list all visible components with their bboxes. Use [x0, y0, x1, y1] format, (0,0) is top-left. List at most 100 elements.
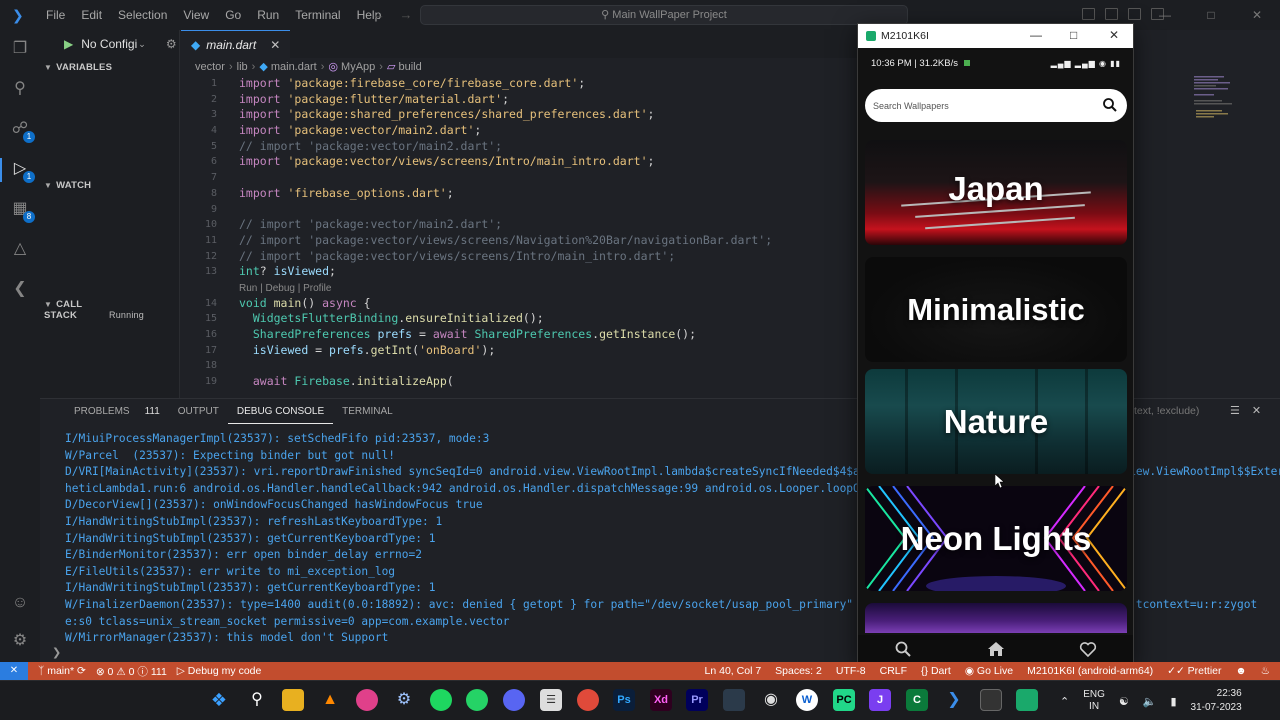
- camtasia-icon[interactable]: C: [906, 689, 928, 711]
- code-line[interactable]: 3 import 'package:shared_preferences/shar…: [181, 107, 857, 123]
- app-icon[interactable]: [723, 689, 745, 711]
- scrcpy-icon[interactable]: [1016, 689, 1038, 711]
- remote-icon[interactable]: ✕: [0, 662, 28, 680]
- notifications-bell-icon[interactable]: ♨: [1261, 665, 1270, 677]
- close-panel-icon[interactable]: ✕: [1252, 404, 1261, 417]
- category-card-space[interactable]: [865, 603, 1127, 633]
- jetbrains-icon[interactable]: J: [869, 689, 891, 711]
- minimize-icon[interactable]: —: [1030, 28, 1042, 42]
- start-debugging-icon[interactable]: ▶: [64, 37, 73, 51]
- close-tab-icon[interactable]: ✕: [270, 38, 280, 52]
- code-line[interactable]: Run | Debug | Profile: [181, 280, 857, 296]
- photoshop-icon[interactable]: Ps: [613, 689, 635, 711]
- code-line[interactable]: 9: [181, 202, 857, 218]
- code-line[interactable]: 8 import 'firebase_options.dart';: [181, 186, 857, 202]
- flutter-device[interactable]: M2101K6I (android-arm64): [1027, 665, 1153, 677]
- maximize-icon[interactable]: □: [1188, 8, 1234, 22]
- search-icon[interactable]: ⚲: [9, 78, 31, 100]
- nav-arrows[interactable]: ← →: [372, 7, 412, 22]
- notepad-icon[interactable]: ☰: [540, 689, 562, 711]
- code-line[interactable]: 5 // import 'package:vector/main2.dart';: [181, 139, 857, 155]
- breadcrumb-method[interactable]: build: [398, 61, 421, 73]
- code-line[interactable]: 2 import 'package:flutter/material.dart';: [181, 92, 857, 108]
- breadcrumb-lib[interactable]: lib: [237, 61, 248, 73]
- branch-status[interactable]: ᛉ main* ⟳: [38, 665, 86, 677]
- pycharm-icon[interactable]: PC: [833, 689, 855, 711]
- open-launch-json-gear-icon[interactable]: ⚙: [166, 37, 177, 51]
- clear-console-icon[interactable]: ☰: [1230, 404, 1240, 417]
- close-icon[interactable]: ✕: [1109, 28, 1119, 42]
- code-line[interactable]: 19 await Firebase.initializeApp(: [181, 374, 857, 390]
- menu-file[interactable]: File: [38, 0, 73, 30]
- manage-gear-icon[interactable]: ⚙: [9, 630, 31, 652]
- breadcrumb-file[interactable]: main.dart: [271, 61, 317, 73]
- settings-gear-icon[interactable]: ⚙: [393, 689, 415, 711]
- tab-debug-console[interactable]: DEBUG CONSOLE: [227, 403, 334, 424]
- menu-go[interactable]: Go: [217, 0, 249, 30]
- search-icon[interactable]: [894, 640, 912, 658]
- code-line[interactable]: 14 void main() async {: [181, 296, 857, 312]
- menu-terminal[interactable]: Terminal: [287, 0, 348, 30]
- chevron-down-icon[interactable]: ⌄: [138, 39, 146, 50]
- code-line[interactable]: 16 SharedPreferences prefs = await Share…: [181, 327, 857, 343]
- search-icon[interactable]: [1102, 97, 1118, 113]
- maximize-icon[interactable]: □: [1070, 28, 1077, 42]
- battery-icon[interactable]: ▮: [1170, 695, 1176, 708]
- code-line[interactable]: 17 isViewed = prefs.getInt('onBoard');: [181, 343, 857, 359]
- tab-output[interactable]: OUTPUT: [169, 403, 228, 424]
- run-debug-icon[interactable]: ▷ 1: [9, 158, 35, 183]
- minimize-icon[interactable]: —: [1142, 8, 1188, 22]
- code-line[interactable]: 11 // import 'package:vector/views/screen…: [181, 233, 857, 249]
- explorer-icon[interactable]: ❐: [9, 38, 31, 60]
- word-icon[interactable]: W: [796, 689, 818, 711]
- whatsapp-icon[interactable]: [466, 689, 488, 711]
- code-line[interactable]: 13 int? isViewed;: [181, 264, 857, 280]
- windows-start-icon[interactable]: ❖: [208, 689, 230, 711]
- category-card-minimalistic[interactable]: Minimalistic: [865, 257, 1127, 362]
- menu-selection[interactable]: Selection: [110, 0, 175, 30]
- wifi-icon[interactable]: ☯: [1119, 695, 1129, 708]
- language-indicator[interactable]: ENG IN: [1083, 689, 1105, 713]
- call-stack-section[interactable]: ▼ CALL STACK Running: [44, 299, 179, 321]
- home-icon[interactable]: [987, 640, 1005, 658]
- adobe-xd-icon[interactable]: Xd: [650, 689, 672, 711]
- code-line[interactable]: 7: [181, 170, 857, 186]
- indentation[interactable]: Spaces: 2: [775, 665, 822, 677]
- breadcrumb-class[interactable]: MyApp: [341, 61, 375, 73]
- toggle-primary-sidebar-icon[interactable]: [1082, 8, 1095, 20]
- source-control-icon[interactable]: ☍ 1: [9, 118, 35, 143]
- console-prompt-chevron-icon[interactable]: ❯: [52, 646, 61, 659]
- category-card-nature[interactable]: Nature: [865, 369, 1127, 474]
- heart-icon[interactable]: [1079, 640, 1097, 658]
- account-icon[interactable]: ☺: [9, 592, 31, 614]
- wallpaper-search-bar[interactable]: [865, 89, 1127, 122]
- command-center[interactable]: ⚲ Main WallPaper Project: [420, 5, 908, 25]
- menu-edit[interactable]: Edit: [73, 0, 110, 30]
- tab-terminal[interactable]: TERMINAL: [333, 403, 402, 424]
- end-of-line[interactable]: CRLF: [880, 665, 907, 677]
- go-live[interactable]: ◉ Go Live: [965, 665, 1013, 677]
- code-line[interactable]: 6 import 'package:vector/views/screens/In…: [181, 154, 857, 170]
- testing-icon[interactable]: △: [9, 238, 31, 260]
- variables-section[interactable]: ▼ VARIABLES: [44, 62, 112, 73]
- code-area[interactable]: 1 import 'package:firebase_core/firebase_…: [181, 76, 857, 390]
- search-input[interactable]: [873, 97, 1093, 114]
- flutter-icon[interactable]: ❮: [9, 278, 31, 300]
- code-line[interactable]: 10 // import 'package:vector/main2.dart';: [181, 217, 857, 233]
- prettier[interactable]: ✓✓ Prettier: [1167, 665, 1221, 677]
- run-config-select[interactable]: No Configi: [81, 37, 137, 51]
- file-explorer-icon[interactable]: [282, 689, 304, 711]
- menu-view[interactable]: View: [175, 0, 217, 30]
- close-icon[interactable]: ✕: [1234, 8, 1280, 22]
- github-desktop-icon[interactable]: ◉: [760, 689, 782, 711]
- tab-main-dart[interactable]: ◆ main.dart ✕: [181, 30, 291, 58]
- discord-icon[interactable]: [503, 689, 525, 711]
- watch-section[interactable]: ▼ WATCH: [44, 180, 91, 191]
- back-arrow-icon[interactable]: ←: [372, 7, 385, 22]
- feedback-icon[interactable]: ☻: [1236, 665, 1247, 677]
- chrome-icon[interactable]: [577, 689, 599, 711]
- toggle-panel-icon[interactable]: [1105, 8, 1118, 20]
- code-line[interactable]: 12 // import 'package:vector/views/screen…: [181, 249, 857, 265]
- code-line[interactable]: 15 WidgetsFlutterBinding.ensureInitializ…: [181, 311, 857, 327]
- minimap[interactable]: [1190, 74, 1250, 134]
